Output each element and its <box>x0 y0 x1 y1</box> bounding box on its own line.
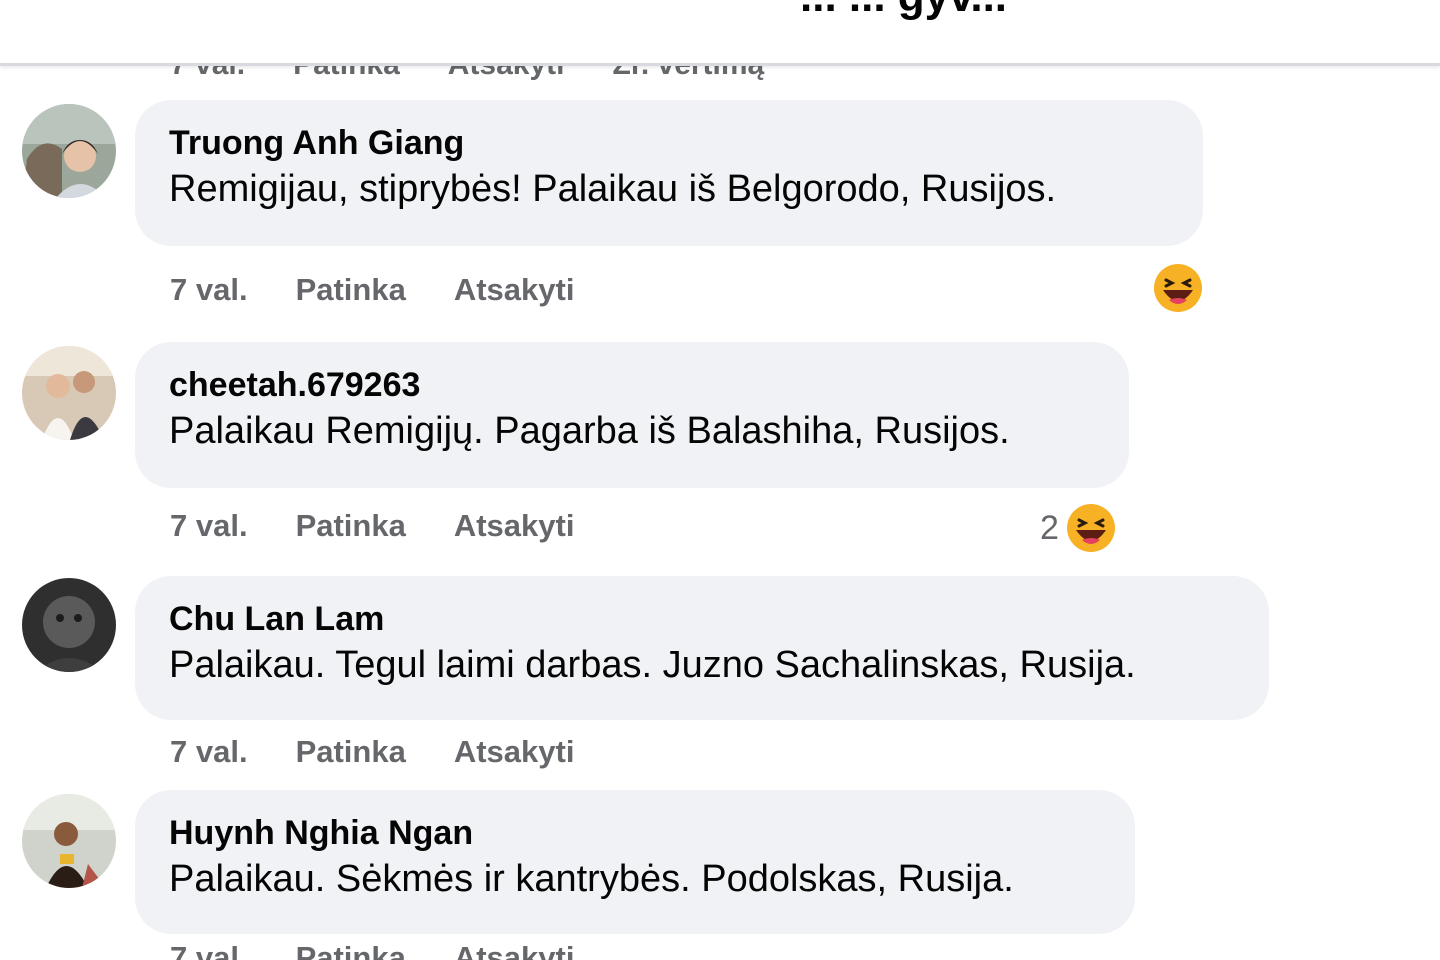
reply-link[interactable]: Atsakyti <box>454 734 575 770</box>
like-link[interactable]: Patinka <box>296 508 406 544</box>
comment-actions: 7 val. Patinka Atsakyti <box>170 272 574 308</box>
reaction-summary[interactable] <box>1146 260 1206 316</box>
avatar[interactable] <box>22 794 116 888</box>
like-link[interactable]: Patinka <box>296 940 406 960</box>
post-header-bar: ... ... gyv... <box>0 0 1440 66</box>
reply-link[interactable]: Atsakyti <box>454 508 575 544</box>
like-link[interactable]: Patinka <box>296 734 406 770</box>
like-link[interactable]: Patinka <box>296 272 406 308</box>
post-header-title: ... ... gyv... <box>800 0 1007 22</box>
comment-author[interactable]: cheetah.679263 <box>169 364 1095 406</box>
reaction-summary[interactable]: 2 <box>1040 500 1119 556</box>
comment-time[interactable]: 7 val. <box>170 734 248 770</box>
comment-bubble: cheetah.679263 Palaikau Remigijų. Pagarb… <box>135 342 1129 488</box>
comment-time[interactable]: 7 val. <box>170 940 248 960</box>
comment-bubble: Truong Anh Giang Remigijau, stiprybės! P… <box>135 100 1203 246</box>
comment-actions: 7 val. Patinka Atsakyti <box>170 734 574 770</box>
comment-actions: 7 val. Patinka Atsakyti <box>170 940 574 960</box>
comment-time[interactable]: 7 val. <box>170 272 248 308</box>
avatar[interactable] <box>22 104 116 198</box>
comment-author[interactable]: Truong Anh Giang <box>169 122 1169 164</box>
comment-text: Palaikau. Tegul laimi darbas. Juzno Sach… <box>169 644 1136 686</box>
comment-text: Remigijau, stiprybės! Palaikau iš Belgor… <box>169 168 1057 210</box>
comment-author[interactable]: Huynh Nghia Ngan <box>169 812 1101 854</box>
avatar[interactable] <box>22 346 116 440</box>
comment-bubble: Chu Lan Lam Palaikau. Tegul laimi darbas… <box>135 576 1269 720</box>
haha-emoji-icon <box>1151 261 1205 315</box>
comment-time[interactable]: 7 val. <box>170 508 248 544</box>
avatar[interactable] <box>22 578 116 672</box>
comments-page: ... ... gyv... 7 val. Patinka Atsakyti Ž… <box>0 0 1440 960</box>
reply-link[interactable]: Atsakyti <box>454 272 575 308</box>
comment-text: Palaikau. Sėkmės ir kantrybės. Podolskas… <box>169 858 1014 900</box>
comment-text: Palaikau Remigijų. Pagarba iš Balashiha,… <box>169 410 1010 452</box>
reply-link[interactable]: Atsakyti <box>454 940 575 960</box>
comment-actions: 7 val. Patinka Atsakyti <box>170 508 574 544</box>
comment-author[interactable]: Chu Lan Lam <box>169 598 1235 640</box>
reaction-count: 2 <box>1040 508 1059 547</box>
comment-bubble: Huynh Nghia Ngan Palaikau. Sėkmės ir kan… <box>135 790 1135 934</box>
haha-emoji-icon <box>1063 501 1118 555</box>
